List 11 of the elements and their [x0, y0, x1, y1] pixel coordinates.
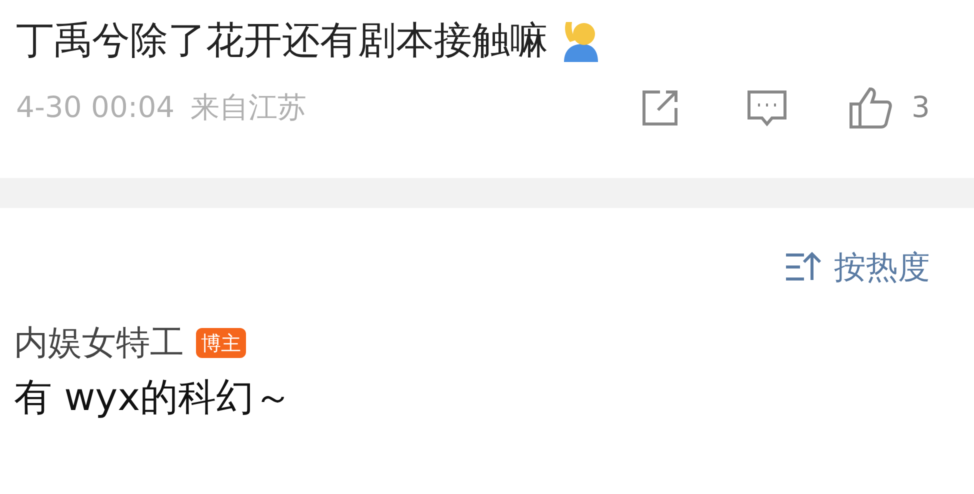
author-badge: 博主 [196, 328, 246, 358]
sort-button[interactable]: 按热度 [784, 243, 930, 291]
post-location: 来自江苏 [190, 89, 307, 126]
comment-text: 有 wyx的科幻～ [14, 378, 294, 416]
post-date: 4-30 00:04 [16, 89, 175, 126]
comment-icon[interactable] [746, 88, 788, 128]
thumbs-up-icon[interactable] [848, 86, 894, 130]
share-icon[interactable] [640, 88, 680, 128]
comment-author[interactable]: 内娱女特工 [14, 326, 184, 360]
post-text: 丁禹兮除了花开还有剧本接触嘛 [16, 21, 548, 59]
like-count: 3 [912, 89, 930, 126]
